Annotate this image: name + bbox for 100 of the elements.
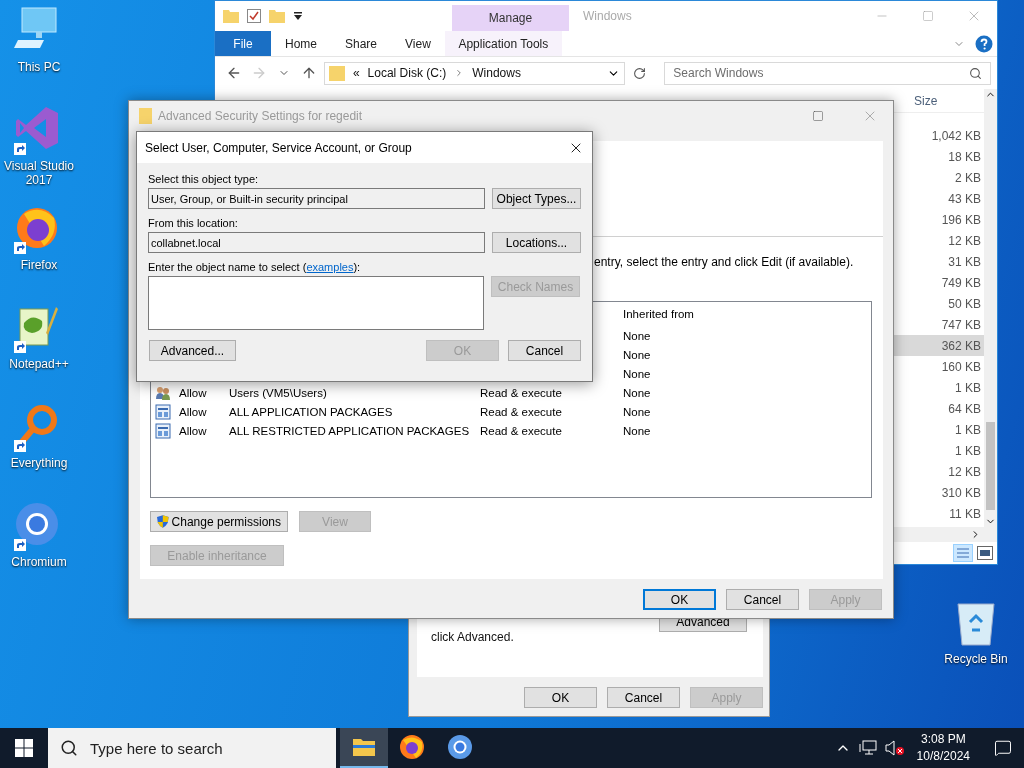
- refresh-button[interactable]: [633, 66, 647, 80]
- advanced-note: click Advanced.: [431, 630, 514, 646]
- examples-link[interactable]: examples: [306, 261, 354, 273]
- horizontal-scrollbar[interactable]: [893, 527, 997, 542]
- action-button[interactable]: Change permissions: [150, 511, 288, 532]
- desktop-icon-label[interactable]: Firefox: [1, 258, 77, 272]
- dialog-button[interactable]: OK: [643, 589, 716, 610]
- volume-icon[interactable]: [884, 740, 905, 756]
- scroll-thumb[interactable]: [986, 422, 995, 510]
- file-row[interactable]: 1 KB: [893, 377, 984, 398]
- file-row[interactable]: 749 KB: [893, 272, 984, 293]
- file-row[interactable]: 31 KB: [893, 251, 984, 272]
- network-icon[interactable]: [858, 740, 877, 756]
- visual-studio-icon: [14, 105, 60, 151]
- breadcrumb[interactable]: Windows: [472, 66, 521, 80]
- table-cell-text: ALL RESTRICTED APPLICATION PACKAGES: [229, 424, 471, 437]
- file-row[interactable]: 2 KB: [893, 167, 984, 188]
- clock-date: 10/8/2024: [916, 748, 970, 765]
- properties-icon[interactable]: [247, 9, 261, 23]
- table-cell-text: ALL APPLICATION PACKAGES: [229, 405, 394, 418]
- folder-icon[interactable]: [352, 737, 376, 757]
- ribbon-tab[interactable]: Application Tools: [444, 31, 562, 56]
- window-title: Windows: [582, 9, 633, 23]
- file-row[interactable]: 64 KB: [893, 398, 984, 419]
- table-cell-text: None: [623, 367, 652, 380]
- instruction-text: entry, select the entry and click Edit (if available).: [594, 255, 854, 269]
- computer-icon: [14, 6, 60, 50]
- folder-icon: [139, 108, 152, 124]
- chromium-icon[interactable]: [447, 734, 473, 760]
- file-row[interactable]: 50 KB: [893, 293, 984, 314]
- address-overflow[interactable]: «: [352, 66, 360, 80]
- search-icon: [60, 739, 78, 757]
- desktop-icon-label[interactable]: Recycle Bin: [938, 652, 1014, 666]
- file-row[interactable]: 11 KB: [893, 503, 984, 524]
- window-title: Advanced Security Settings for regedit: [158, 109, 364, 123]
- table-cell-text: None: [623, 329, 652, 342]
- table-cell-text: Allow: [179, 405, 208, 418]
- start-button[interactable]: [15, 739, 33, 757]
- clock[interactable]: 3:08 PM 10/8/2024: [916, 731, 970, 765]
- dialog-button[interactable]: Cancel: [508, 340, 581, 361]
- dialog-button[interactable]: Cancel: [607, 687, 680, 708]
- dialog-button[interactable]: Cancel: [726, 589, 799, 610]
- file-row[interactable]: 310 KB: [893, 482, 984, 503]
- package-icon: [155, 403, 171, 420]
- notifications-button[interactable]: [994, 739, 1012, 757]
- file-row[interactable]: 362 KB: [893, 335, 984, 356]
- object-name-field[interactable]: [148, 276, 484, 330]
- scrollbar[interactable]: [984, 89, 997, 527]
- object-types-button[interactable]: Object Types...: [492, 188, 581, 209]
- table-cell-text: None: [623, 348, 652, 361]
- table-cell-text: None: [623, 405, 652, 418]
- users-icon: [155, 384, 171, 401]
- ribbon-tab[interactable]: Share: [331, 31, 392, 56]
- ribbon-tab[interactable]: Home: [271, 31, 331, 56]
- dialog-title: Select User, Computer, Service Account, or Group: [145, 140, 412, 155]
- folder-icon: [328, 65, 345, 81]
- breadcrumb[interactable]: Local Disk (C:): [367, 66, 447, 80]
- chromium-icon: [14, 501, 60, 547]
- column-header[interactable]: Inherited from: [623, 308, 871, 320]
- table-cell-text: Allow: [179, 386, 208, 399]
- desktop-icon-label[interactable]: Everything: [1, 456, 77, 470]
- file-row[interactable]: 160 KB: [893, 356, 984, 377]
- ribbon-tab[interactable]: View: [391, 31, 445, 56]
- column-header[interactable]: Size: [906, 93, 984, 108]
- shield-icon: [157, 514, 169, 529]
- file-row[interactable]: 747 KB: [893, 314, 984, 335]
- search-field[interactable]: Search Windows: [664, 61, 991, 85]
- table-cell-text: None: [623, 424, 652, 437]
- address-bar[interactable]: « Local Disk (C:) Windows: [323, 61, 626, 85]
- file-row[interactable]: 1 KB: [893, 419, 984, 440]
- location-field[interactable]: collabnet.local: [148, 232, 485, 253]
- ribbon-group-label: Manage: [452, 5, 569, 31]
- field-label: From this location:: [148, 217, 239, 229]
- locations-button[interactable]: Locations...: [492, 232, 581, 253]
- help-icon[interactable]: [975, 34, 993, 53]
- file-row[interactable]: 12 KB: [893, 230, 984, 251]
- dialog-button[interactable]: Advanced...: [149, 340, 236, 361]
- taskbar-app[interactable]: [340, 728, 388, 768]
- file-row[interactable]: 1,042 KB: [893, 125, 984, 146]
- table-cell-text: Read & execute: [480, 386, 563, 399]
- table-cell-text: Allow: [179, 424, 208, 437]
- file-row[interactable]: 196 KB: [893, 209, 984, 230]
- taskbar-search-field[interactable]: Type here to search: [48, 728, 336, 768]
- file-row[interactable]: 43 KB: [893, 188, 984, 209]
- recycle-bin-icon[interactable]: [956, 600, 996, 646]
- table-cell-text: None: [623, 386, 652, 399]
- dialog-button[interactable]: OK: [524, 687, 597, 708]
- desktop-icon-label[interactable]: Notepad++: [1, 357, 77, 371]
- file-row[interactable]: 18 KB: [893, 146, 984, 167]
- firefox-icon[interactable]: [399, 734, 425, 760]
- dropdown-icon[interactable]: [293, 11, 303, 21]
- ribbon-tab[interactable]: File: [215, 31, 271, 56]
- file-row[interactable]: 12 KB: [893, 461, 984, 482]
- thumbnail-view-icon[interactable]: [977, 546, 993, 560]
- table-cell-text: Users (VM5\Users): [229, 386, 328, 399]
- object-type-field[interactable]: User, Group, or Built-in security principal: [148, 188, 485, 209]
- table-cell-text: Read & execute: [480, 424, 563, 437]
- search-icon: [969, 66, 982, 80]
- desktop-icon-label[interactable]: Chromium: [1, 555, 77, 569]
- file-row[interactable]: 1 KB: [893, 440, 984, 461]
